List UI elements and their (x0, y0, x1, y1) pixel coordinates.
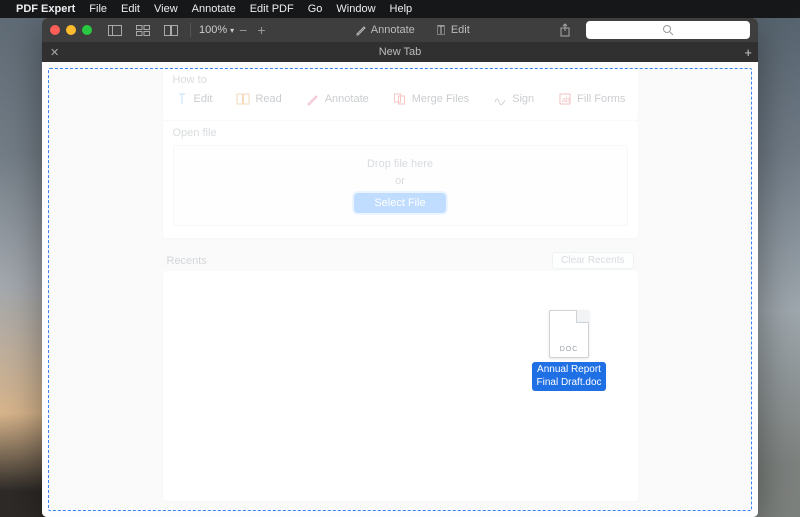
window-traffic-lights (50, 25, 92, 35)
tab-close-button[interactable]: ✕ (50, 46, 59, 59)
menu-help[interactable]: Help (390, 3, 413, 15)
howto-heading: How to (163, 68, 638, 90)
howto-annotate[interactable]: Annotate (306, 92, 369, 106)
svg-text:ab: ab (562, 97, 570, 104)
book-icon (236, 92, 250, 106)
share-icon[interactable] (554, 21, 576, 39)
open-file-heading: Open file (163, 121, 638, 143)
recents-list (163, 271, 638, 501)
search-icon (662, 24, 674, 36)
howto-edit[interactable]: Edit (175, 92, 213, 106)
zoom-in-button[interactable]: + (257, 22, 265, 38)
menu-edit[interactable]: Edit (121, 3, 140, 15)
two-page-view-icon[interactable] (160, 21, 182, 39)
window-zoom-button[interactable] (82, 25, 92, 35)
zoom-out-button[interactable]: − (239, 22, 247, 38)
signature-icon (493, 92, 507, 106)
howto-read[interactable]: Read (236, 92, 281, 106)
menu-file[interactable]: File (89, 3, 107, 15)
pencil-icon (306, 92, 320, 106)
sidebar-toggle-icon[interactable] (104, 21, 126, 39)
text-edit-icon (435, 24, 447, 36)
search-input[interactable] (586, 21, 750, 39)
zoom-level[interactable]: 100%▾ (199, 24, 234, 36)
new-tab-button[interactable]: + (744, 45, 752, 60)
annotate-mode-button[interactable]: Annotate (355, 24, 415, 36)
howto-merge[interactable]: Merge Files (393, 92, 469, 106)
recents-heading: Recents (167, 255, 207, 267)
howto-sign[interactable]: Sign (493, 92, 534, 106)
menu-annotate[interactable]: Annotate (192, 3, 236, 15)
file-dropzone[interactable]: Drop file here or Select File (173, 145, 628, 226)
dropzone-text-1: Drop file here (174, 156, 627, 173)
edit-mode-button[interactable]: Edit (435, 24, 470, 36)
menu-window[interactable]: Window (336, 3, 375, 15)
menu-go[interactable]: Go (308, 3, 323, 15)
select-file-button[interactable]: Select File (354, 193, 445, 213)
pencil-icon (355, 24, 367, 36)
howto-fill-forms[interactable]: ab Fill Forms (558, 92, 625, 106)
content-area: How to Edit Read Annotate (42, 62, 758, 517)
window-toolbar: 100%▾ − + Annotate Edit (42, 18, 758, 42)
dropzone-text-2: or (174, 173, 627, 190)
window-minimize-button[interactable] (66, 25, 76, 35)
chevron-down-icon: ▾ (230, 26, 234, 35)
edit-text-icon (175, 92, 189, 106)
howto-card: How to Edit Read Annotate (163, 68, 638, 120)
menu-view[interactable]: View (154, 3, 178, 15)
tab-bar: ✕ New Tab + (42, 42, 758, 62)
form-icon: ab (558, 92, 572, 106)
tab-title[interactable]: New Tab (379, 46, 422, 58)
clear-recents-button[interactable]: Clear Recents (552, 252, 633, 269)
app-window: 100%▾ − + Annotate Edit ✕ New Tab + How … (42, 18, 758, 517)
window-close-button[interactable] (50, 25, 60, 35)
open-file-card: Open file Drop file here or Select File (163, 120, 638, 238)
menu-edit-pdf[interactable]: Edit PDF (250, 3, 294, 15)
zoom-value: 100% (199, 24, 227, 36)
thumbnail-view-icon[interactable] (132, 21, 154, 39)
app-name[interactable]: PDF Expert (16, 3, 75, 15)
merge-icon (393, 92, 407, 106)
mac-menubar: PDF Expert File Edit View Annotate Edit … (0, 0, 800, 18)
